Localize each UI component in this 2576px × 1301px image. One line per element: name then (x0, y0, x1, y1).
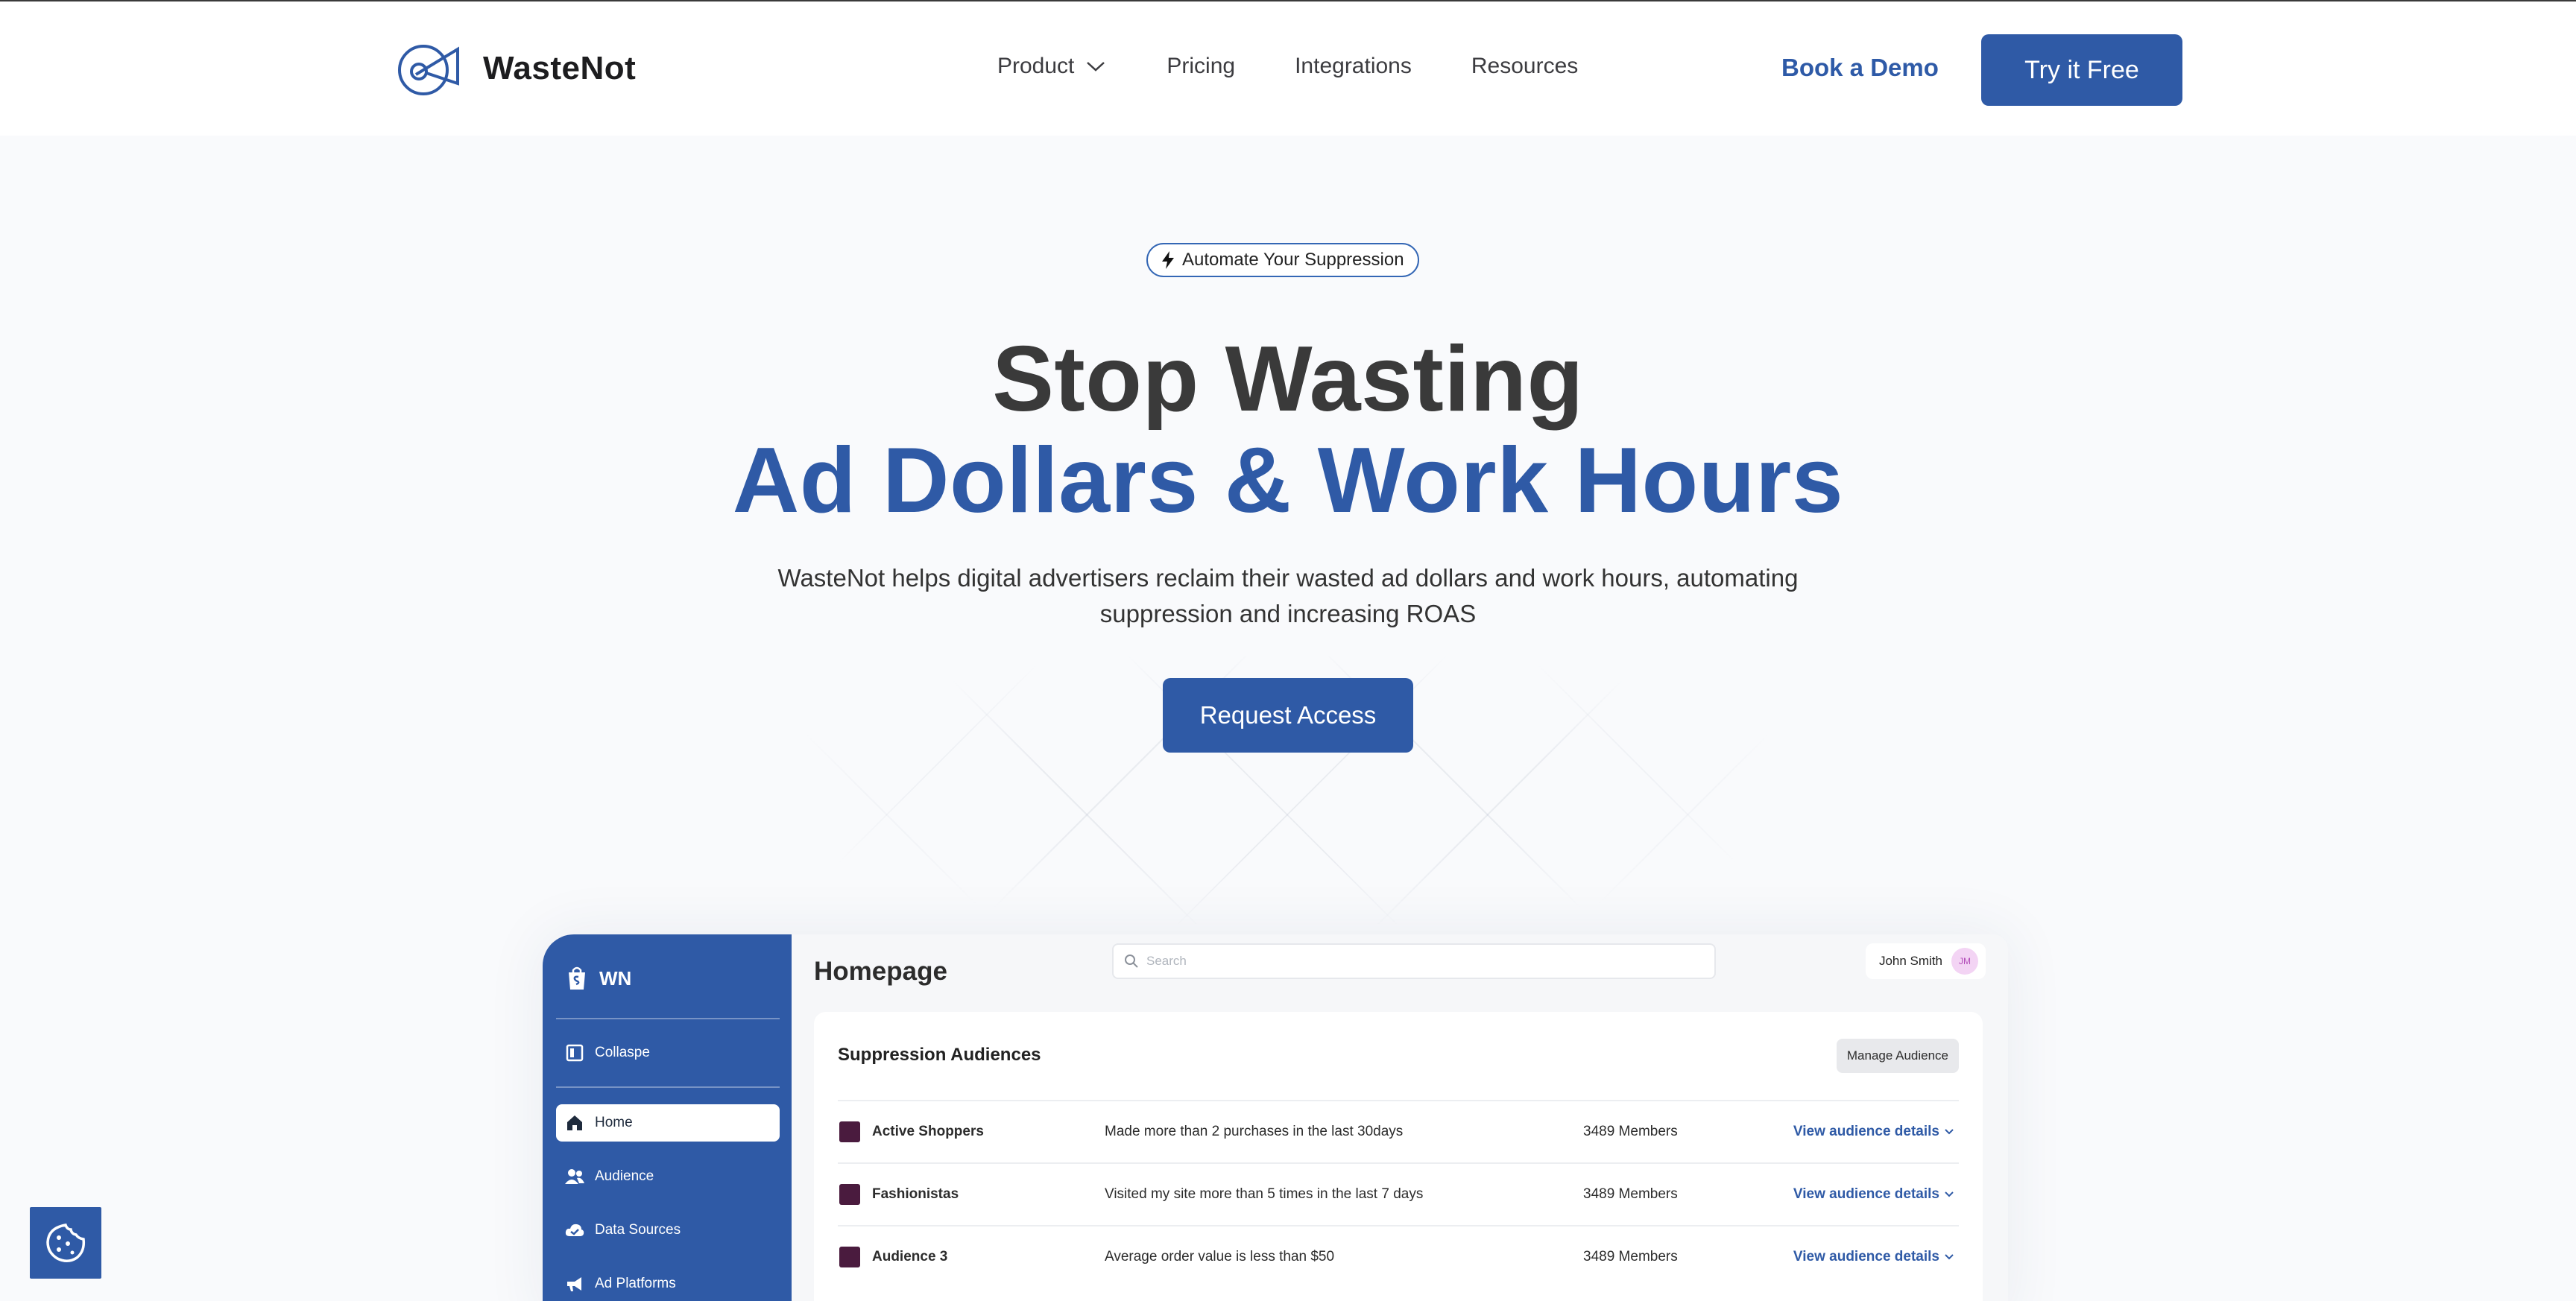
nav-item-label: Integrations (1295, 54, 1412, 78)
view-audience-details-link[interactable]: View audience details (1793, 1124, 1954, 1140)
home-icon (567, 1115, 582, 1130)
card-title: Suppression Audiences (838, 1045, 1041, 1065)
book-demo-link[interactable]: Book a Demo (1781, 54, 1939, 82)
app-sidebar-brand: WN (565, 966, 631, 991)
link-label: View audience details (1793, 1249, 1939, 1264)
table-row: Audience 3 Average order value is less t… (838, 1225, 1959, 1288)
audience-color-swatch (839, 1121, 860, 1142)
megaphone-icon (567, 1277, 581, 1291)
search-icon (1125, 955, 1138, 968)
chevron-down-icon (1945, 1129, 1954, 1135)
audience-color-swatch (839, 1247, 860, 1267)
nav-item-integrations[interactable]: Integrations (1295, 54, 1412, 79)
chevron-down-icon (1945, 1254, 1954, 1260)
cookie-settings-button[interactable] (30, 1207, 101, 1279)
link-label: View audience details (1793, 1186, 1939, 1202)
try-free-button[interactable]: Try it Free (1981, 34, 2182, 106)
sidebar-item-ad-platforms[interactable]: Ad Platforms (556, 1265, 780, 1301)
sidebar-item-label: Audience (595, 1168, 654, 1184)
sidebar-item-label: Ad Platforms (595, 1276, 676, 1291)
app-preview-mockup: WN Collaspe Home Audience Data Sources A… (543, 934, 2008, 1301)
table-row: Fashionistas Visited my site more than 5… (838, 1162, 1959, 1225)
user-name: John Smith (1878, 954, 1942, 968)
hero-badge-label: Automate Your Suppression (1182, 250, 1404, 270)
sidebar-divider (556, 1086, 780, 1088)
main-nav: Product Pricing Integrations Resources (997, 54, 1578, 79)
audience-description: Visited my site more than 5 times in the… (1105, 1186, 1424, 1202)
hero-subtitle: WasteNot helps digital advertisers recla… (777, 564, 1799, 627)
nav-item-label: Pricing (1167, 54, 1236, 78)
hero-badge: Automate Your Suppression (1146, 243, 1419, 277)
app-sidebar: WN Collaspe Home Audience Data Sources A… (543, 934, 792, 1301)
audience-members: 3489 Members (1583, 1186, 1678, 1202)
nav-item-label: Resources (1471, 54, 1579, 78)
sidebar-item-audience[interactable]: Audience (556, 1158, 780, 1195)
shopping-bag-icon (569, 966, 585, 990)
chevron-down-icon (1087, 62, 1105, 72)
audience-description: Average order value is less than $50 (1105, 1249, 1335, 1264)
page-title: Homepage (814, 957, 947, 986)
user-menu[interactable]: John Smith JM (1865, 943, 1986, 979)
app-brand-label: WN (599, 966, 632, 990)
sidebar-item-label: Collaspe (595, 1045, 650, 1060)
link-label: View audience details (1793, 1124, 1939, 1139)
request-access-button[interactable]: Request Access (1163, 678, 1413, 753)
audience-name: Audience 3 (872, 1249, 948, 1264)
hero-title-line2: Ad Dollars & Work Hours (732, 429, 1844, 532)
view-audience-details-link[interactable]: View audience details (1793, 1186, 1954, 1203)
nav-item-resources[interactable]: Resources (1471, 54, 1578, 79)
audience-name: Active Shoppers (872, 1124, 984, 1139)
megaphone-circle-icon (398, 45, 459, 95)
audience-members: 3489 Members (1583, 1124, 1678, 1139)
audience-name: Fashionistas (872, 1186, 959, 1202)
manage-audience-button[interactable]: Manage Audience (1836, 1039, 1959, 1073)
audience-description: Made more than 2 purchases in the last 3… (1105, 1124, 1404, 1139)
nav-item-pricing[interactable]: Pricing (1167, 54, 1235, 79)
search-placeholder: Search (1146, 954, 1187, 968)
app-main-area: Homepage Search John Smith JM Suppressio… (792, 934, 2008, 1301)
brand-logo[interactable]: WasteNot (394, 40, 636, 97)
sidebar-item-label: Data Sources (595, 1222, 681, 1238)
cloud-check-icon (565, 1224, 584, 1236)
sidebar-item-data-sources[interactable]: Data Sources (556, 1212, 780, 1249)
lightning-bolt-icon (1162, 251, 1174, 269)
audience-members: 3489 Members (1583, 1249, 1678, 1264)
collapse-panel-icon (566, 1044, 584, 1062)
nav-item-label: Product (997, 54, 1075, 78)
cookie-icon (46, 1224, 86, 1262)
sidebar-divider (556, 1018, 780, 1019)
sidebar-item-collapse[interactable]: Collaspe (556, 1034, 780, 1071)
view-audience-details-link[interactable]: View audience details (1793, 1249, 1954, 1265)
search-input[interactable]: Search (1112, 943, 1716, 979)
hero-title-line1: Stop Wasting (992, 328, 1584, 431)
table-row: Active Shoppers Made more than 2 purchas… (838, 1100, 1959, 1162)
chevron-down-icon (1945, 1191, 1954, 1197)
sidebar-item-home[interactable]: Home (556, 1104, 780, 1142)
brand-name: WasteNot (483, 50, 637, 86)
suppression-audiences-card: Suppression Audiences Manage Audience Ac… (814, 1012, 1983, 1301)
nav-item-product[interactable]: Product (997, 54, 1107, 79)
users-icon (565, 1169, 584, 1184)
sidebar-item-label: Home (595, 1115, 633, 1130)
avatar: JM (1951, 948, 1978, 975)
top-navigation-bar: WasteNot Product Pricing Integrations Re… (0, 0, 2576, 136)
audience-color-swatch (839, 1184, 860, 1205)
